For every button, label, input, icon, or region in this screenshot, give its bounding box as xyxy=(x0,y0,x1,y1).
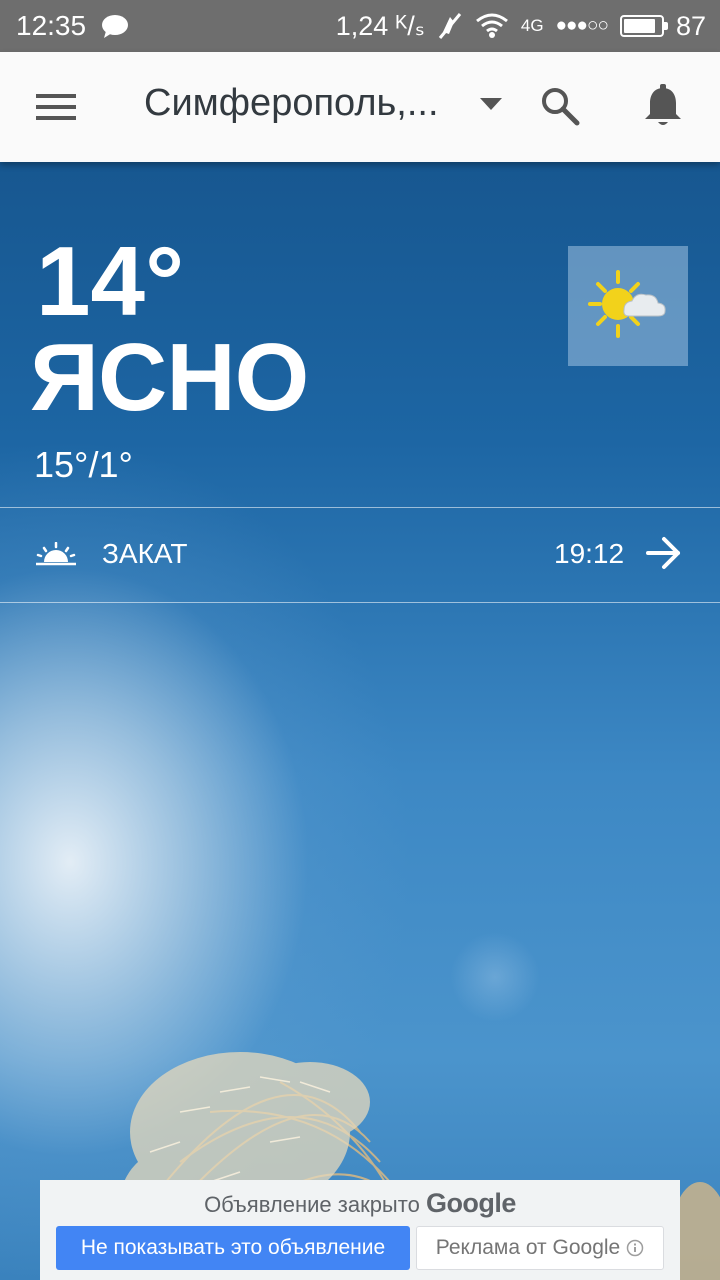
info-icon xyxy=(626,1239,644,1257)
bell-icon[interactable] xyxy=(642,84,684,128)
battery-percent: 87 xyxy=(675,10,706,41)
weather-main: 14° ЯСНО 15°/1° ЗАКАТ 19:12 xyxy=(0,162,720,1280)
status-speed: 1,24 ᴷ/ₛ xyxy=(335,10,425,41)
condition-icon-tile[interactable] xyxy=(568,246,688,366)
battery-icon xyxy=(619,15,668,37)
weather-condition: ЯСНО xyxy=(30,324,309,431)
menu-icon[interactable] xyxy=(36,92,76,122)
google-logo-text: Google xyxy=(425,1188,517,1218)
ad-closed-text: Объявление закрыто xyxy=(204,1192,420,1217)
mute-icon xyxy=(438,13,462,39)
current-temperature: 14° xyxy=(36,226,185,336)
battery-level xyxy=(623,19,656,33)
ad-closed-notice: Объявление закрыто Google xyxy=(40,1188,680,1219)
network-type: 4G xyxy=(520,16,544,35)
search-icon[interactable] xyxy=(540,86,580,126)
sunset-time: 19:12 xyxy=(554,538,625,569)
sun-cloud-icon xyxy=(588,270,666,338)
signal-strength: ●●●○○ xyxy=(555,15,609,36)
location-title[interactable]: Симферополь,... xyxy=(144,82,454,125)
divider-bottom xyxy=(0,602,720,603)
arrow-right-icon[interactable] xyxy=(646,536,682,570)
sunset-row[interactable]: ЗАКАТ 19:12 xyxy=(0,508,720,602)
high-low-temperature: 15°/1° xyxy=(34,444,133,485)
chat-icon xyxy=(102,15,129,38)
status-bar: 12:35 1,24 ᴷ/ₛ 4G ●●●○○ 87 xyxy=(0,0,720,52)
status-time: 12:35 xyxy=(16,10,87,41)
app-bar: Симферополь,... xyxy=(0,52,720,162)
ad-banner: Объявление закрыто Google Не показывать … xyxy=(40,1180,680,1280)
ads-by-google-button[interactable]: Реклама от Google xyxy=(416,1226,664,1270)
hide-ad-button[interactable]: Не показывать это объявление xyxy=(56,1226,410,1270)
ads-by-google-label: Реклама от Google xyxy=(435,1236,621,1259)
chevron-down-icon[interactable] xyxy=(480,98,502,112)
sunset-label: ЗАКАТ xyxy=(102,538,188,569)
status-indicators: 1,24 ᴷ/ₛ 4G ●●●○○ 87 xyxy=(336,11,706,42)
sunset-icon xyxy=(36,542,76,566)
wifi-icon xyxy=(475,13,508,38)
